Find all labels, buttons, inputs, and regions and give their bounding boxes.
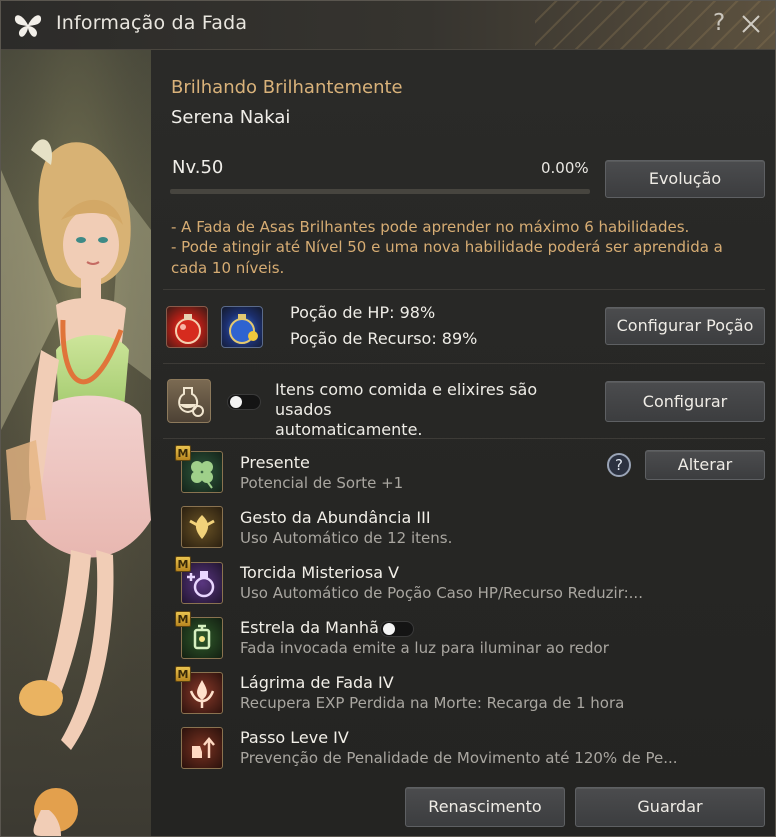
evolution-button-label: Evolução bbox=[648, 169, 722, 188]
change-skill-button[interactable]: Alterar bbox=[645, 450, 765, 480]
skill-desc: Recupera EXP Perdida na Morte: Recarga d… bbox=[240, 694, 625, 712]
m-badge: M bbox=[175, 611, 191, 627]
fairy-level: Nv.50 bbox=[172, 157, 224, 178]
title-bar[interactable]: Informação da Fada ? bbox=[1, 1, 775, 50]
save-button[interactable]: Guardar bbox=[575, 787, 765, 827]
m-badge: M bbox=[175, 556, 191, 572]
potion-gear-icon bbox=[178, 387, 204, 417]
evolution-button[interactable]: Evolução bbox=[605, 160, 765, 198]
light-step-icon bbox=[192, 737, 215, 758]
skill-passo-leve[interactable] bbox=[181, 727, 223, 769]
skill-desc: Prevenção de Penalidade de Movimento até… bbox=[240, 749, 678, 767]
change-skill-button-label: Alterar bbox=[677, 455, 733, 474]
skill-gesto-abundancia[interactable] bbox=[181, 506, 223, 548]
skill-name: Presente bbox=[240, 453, 310, 472]
resource-potion-icon bbox=[229, 314, 258, 344]
fairy-gesture-icon bbox=[189, 515, 215, 539]
skill-name: Gesto da Abundância III bbox=[240, 508, 431, 527]
skill-desc: Uso Automático de Poção Caso HP/Recurso … bbox=[240, 584, 643, 602]
divider bbox=[163, 438, 765, 439]
rebirth-button-label: Renascimento bbox=[428, 797, 542, 816]
note-line-2: - Pode atingir até Nível 50 e uma nova h… bbox=[171, 238, 723, 256]
fairy-portrait bbox=[1, 50, 151, 836]
m-badge: M bbox=[175, 445, 191, 461]
window-title: Informação da Fada bbox=[56, 12, 248, 34]
title-bar-pattern bbox=[535, 1, 775, 49]
skill-name: Passo Leve IV bbox=[240, 728, 349, 747]
exp-percent: 0.00% bbox=[541, 159, 589, 177]
skill-name: Torcida Misteriosa V bbox=[240, 563, 400, 582]
skill-desc: Potencial de Sorte +1 bbox=[240, 474, 404, 492]
resource-potion-slot[interactable] bbox=[221, 306, 263, 348]
close-icon[interactable] bbox=[740, 13, 762, 35]
note-line-3: cada 10 níveis. bbox=[171, 259, 285, 277]
skill-desc: Fada invocada emite a luz para iluminar … bbox=[240, 639, 609, 657]
auto-use-text: Itens como comida e elixires são usados … bbox=[275, 380, 595, 440]
help-button[interactable]: ? bbox=[713, 10, 725, 36]
configure-potion-button[interactable]: Configurar Poção bbox=[605, 307, 765, 345]
auto-use-text-line-1: Itens como comida e elixires são usados bbox=[275, 380, 538, 419]
hp-potion-level: Poção de HP: 98% bbox=[290, 303, 436, 322]
hp-potion-slot[interactable] bbox=[166, 306, 208, 348]
rebirth-button[interactable]: Renascimento bbox=[405, 787, 565, 827]
skill-name: Lágrima de Fada IV bbox=[240, 673, 394, 692]
toggle-knob bbox=[383, 623, 395, 635]
auto-use-text-line-2: automaticamente. bbox=[275, 420, 423, 439]
fairy-title: Brilhando Brilhantemente bbox=[171, 77, 403, 98]
fairy-illustration bbox=[1, 50, 151, 836]
butterfly-icon bbox=[14, 15, 42, 37]
configure-potion-button-label: Configurar Poção bbox=[616, 316, 754, 335]
exp-progress-bar bbox=[170, 189, 590, 194]
divider bbox=[163, 363, 765, 364]
skill-desc: Uso Automático de 12 itens. bbox=[240, 529, 453, 547]
configure-button-label: Configurar bbox=[642, 392, 728, 411]
note-line-1: - A Fada de Asas Brilhantes pode aprende… bbox=[171, 218, 690, 236]
toggle-knob bbox=[230, 396, 242, 408]
auto-use-slot bbox=[167, 379, 211, 423]
fairy-name: Serena Nakai bbox=[171, 107, 291, 128]
configure-button[interactable]: Configurar bbox=[605, 381, 765, 422]
m-badge: M bbox=[175, 666, 191, 682]
auto-use-toggle[interactable] bbox=[227, 394, 261, 410]
divider bbox=[163, 289, 765, 290]
save-button-label: Guardar bbox=[637, 797, 703, 816]
skill-name: Estrela da Manhã bbox=[240, 618, 379, 637]
skills-help-icon[interactable]: ? bbox=[607, 453, 631, 477]
resource-potion-level: Poção de Recurso: 89% bbox=[290, 329, 478, 348]
hp-potion-icon bbox=[175, 314, 201, 344]
morning-star-toggle[interactable] bbox=[380, 621, 414, 637]
